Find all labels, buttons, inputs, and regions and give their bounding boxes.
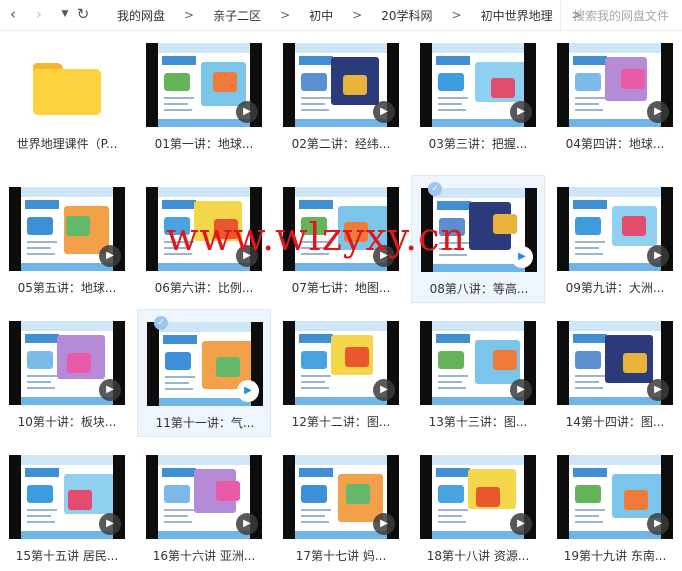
toolbar: ‹ › ▼ ↻ 我的网盘 > 亲子二区 > 初中 > 20学科网 > 初中世界地… [0, 0, 682, 31]
video-thumbnail: ▶ [557, 321, 673, 405]
file-name: 07第七讲：地图... [291, 281, 391, 295]
file-name: 03第三讲：把握... [428, 137, 528, 151]
chevron-right-icon[interactable]: › [30, 4, 48, 24]
play-icon[interactable]: ▶ [237, 380, 259, 402]
play-icon[interactable]: ▶ [99, 379, 121, 401]
check-icon[interactable]: ✓ [154, 316, 168, 330]
breadcrumb-separator: > [451, 8, 462, 22]
file-name: 10第十讲：板块... [17, 415, 117, 429]
file-item[interactable]: ▶ 18第十八讲 资源... [411, 443, 545, 571]
video-thumbnail: ▶ [146, 455, 262, 539]
file-name: 18第十八讲 资源... [426, 549, 530, 563]
video-thumbnail: ▶ [557, 187, 673, 271]
play-icon[interactable]: ▶ [236, 101, 258, 123]
play-icon[interactable]: ▶ [373, 513, 395, 535]
search-placeholder: 搜索我的网盘文件 [573, 8, 670, 23]
play-icon[interactable]: ▶ [647, 513, 669, 535]
play-icon[interactable]: ▶ [647, 245, 669, 267]
file-name: 14第十四讲：图... [565, 415, 665, 429]
file-name: 01第一讲：地球... [154, 137, 254, 151]
file-name: 09第九讲：大洲... [565, 281, 665, 295]
video-thumbnail: ▶ [9, 455, 125, 539]
breadcrumb-separator: > [280, 8, 291, 22]
video-thumbnail: ▶ [283, 455, 399, 539]
video-thumbnail: ▶ [557, 455, 673, 539]
play-icon[interactable]: ▶ [510, 101, 532, 123]
file-item[interactable]: ▶ 14第十四讲：图... [548, 309, 682, 437]
play-icon[interactable]: ▶ [647, 379, 669, 401]
file-item[interactable]: ▶ 13第十三讲：图... [411, 309, 545, 437]
search-input[interactable]: 搜索我的网盘文件 [560, 0, 682, 30]
breadcrumb: 我的网盘 > 亲子二区 > 初中 > 20学科网 > 初中世界地理 > [115, 0, 599, 30]
play-icon[interactable]: ▶ [510, 513, 532, 535]
video-thumbnail: ▶ [420, 43, 536, 127]
file-name: 15第十五讲 居民... [15, 549, 119, 563]
file-name: 世界地理课件（P... [16, 137, 118, 151]
play-icon[interactable]: ▶ [510, 379, 532, 401]
play-icon[interactable]: ▶ [373, 379, 395, 401]
file-name: 05第五讲：地球... [17, 281, 117, 295]
file-item[interactable]: ▶ 16第十六讲 亚洲... [137, 443, 271, 571]
breadcrumb-item[interactable]: 亲子二区 [211, 7, 263, 24]
file-name: 19第十九讲 东南... [563, 549, 667, 563]
file-name: 16第十六讲 亚洲... [152, 549, 256, 563]
breadcrumb-separator: > [184, 8, 195, 22]
video-thumbnail: ▶ [9, 321, 125, 405]
file-name: 13第十三讲：图... [428, 415, 528, 429]
file-item[interactable]: ✓ ▶ 11第十一讲：气... [137, 309, 271, 437]
video-thumbnail: ▶ [420, 321, 536, 405]
refresh-icon[interactable]: ↻ [74, 4, 92, 24]
video-thumbnail: ▶ [283, 43, 399, 127]
play-icon[interactable]: ▶ [373, 101, 395, 123]
file-item[interactable]: ▶ 17第十七讲 妈... [274, 443, 408, 571]
video-thumbnail: ▶ [283, 321, 399, 405]
video-thumbnail: ▶ [557, 43, 673, 127]
file-name: 02第二讲：经纬... [291, 137, 391, 151]
video-thumbnail: ▶ [146, 43, 262, 127]
video-thumbnail: ▶ [9, 187, 125, 271]
file-item[interactable]: ▶ 09第九讲：大洲... [548, 175, 682, 303]
file-name: 08第八讲：等高... [429, 282, 529, 296]
file-item[interactable]: ▶ 04第四讲：地球... [548, 31, 682, 159]
play-icon[interactable]: ▶ [99, 245, 121, 267]
file-name: 17第十七讲 妈... [295, 549, 387, 563]
file-name: 11第十一讲：气... [155, 416, 255, 430]
breadcrumb-separator: > [352, 8, 363, 22]
play-icon[interactable]: ▶ [99, 513, 121, 535]
folder-icon [33, 63, 101, 115]
play-icon[interactable]: ▶ [511, 246, 533, 268]
file-item[interactable]: ▶ 02第二讲：经纬... [274, 31, 408, 159]
breadcrumb-item[interactable]: 初中世界地理 [479, 7, 555, 24]
breadcrumb-item[interactable]: 20学科网 [379, 7, 434, 24]
check-icon[interactable]: ✓ [428, 182, 442, 196]
play-icon[interactable]: ▶ [236, 513, 258, 535]
play-icon[interactable]: ▶ [647, 101, 669, 123]
caret-down-icon[interactable]: ▼ [56, 4, 74, 24]
file-item[interactable]: ▶ 05第五讲：地球... [0, 175, 134, 303]
file-name: 06第六讲：比例... [154, 281, 254, 295]
watermark-text: www.wlzyxy.cn [166, 215, 467, 259]
file-item[interactable]: ▶ 10第十讲：板块... [0, 309, 134, 437]
breadcrumb-item[interactable]: 我的网盘 [115, 7, 167, 24]
file-item[interactable]: ▶ 12第十二讲：图... [274, 309, 408, 437]
file-item[interactable]: ▶ 03第三讲：把握... [411, 31, 545, 159]
video-thumbnail: ▶ [420, 455, 536, 539]
chevron-left-icon[interactable]: ‹ [4, 4, 22, 24]
file-item[interactable]: ▶ 01第一讲：地球... [137, 31, 271, 159]
file-item[interactable]: ▶ 15第十五讲 居民... [0, 443, 134, 571]
video-thumbnail: ▶ [147, 322, 263, 406]
breadcrumb-item[interactable]: 初中 [307, 7, 335, 24]
file-name: 12第十二讲：图... [291, 415, 391, 429]
file-name: 04第四讲：地球... [565, 137, 665, 151]
folder-item[interactable]: 世界地理课件（P... [0, 31, 134, 159]
file-item[interactable]: ▶ 19第十九讲 东南... [548, 443, 682, 571]
